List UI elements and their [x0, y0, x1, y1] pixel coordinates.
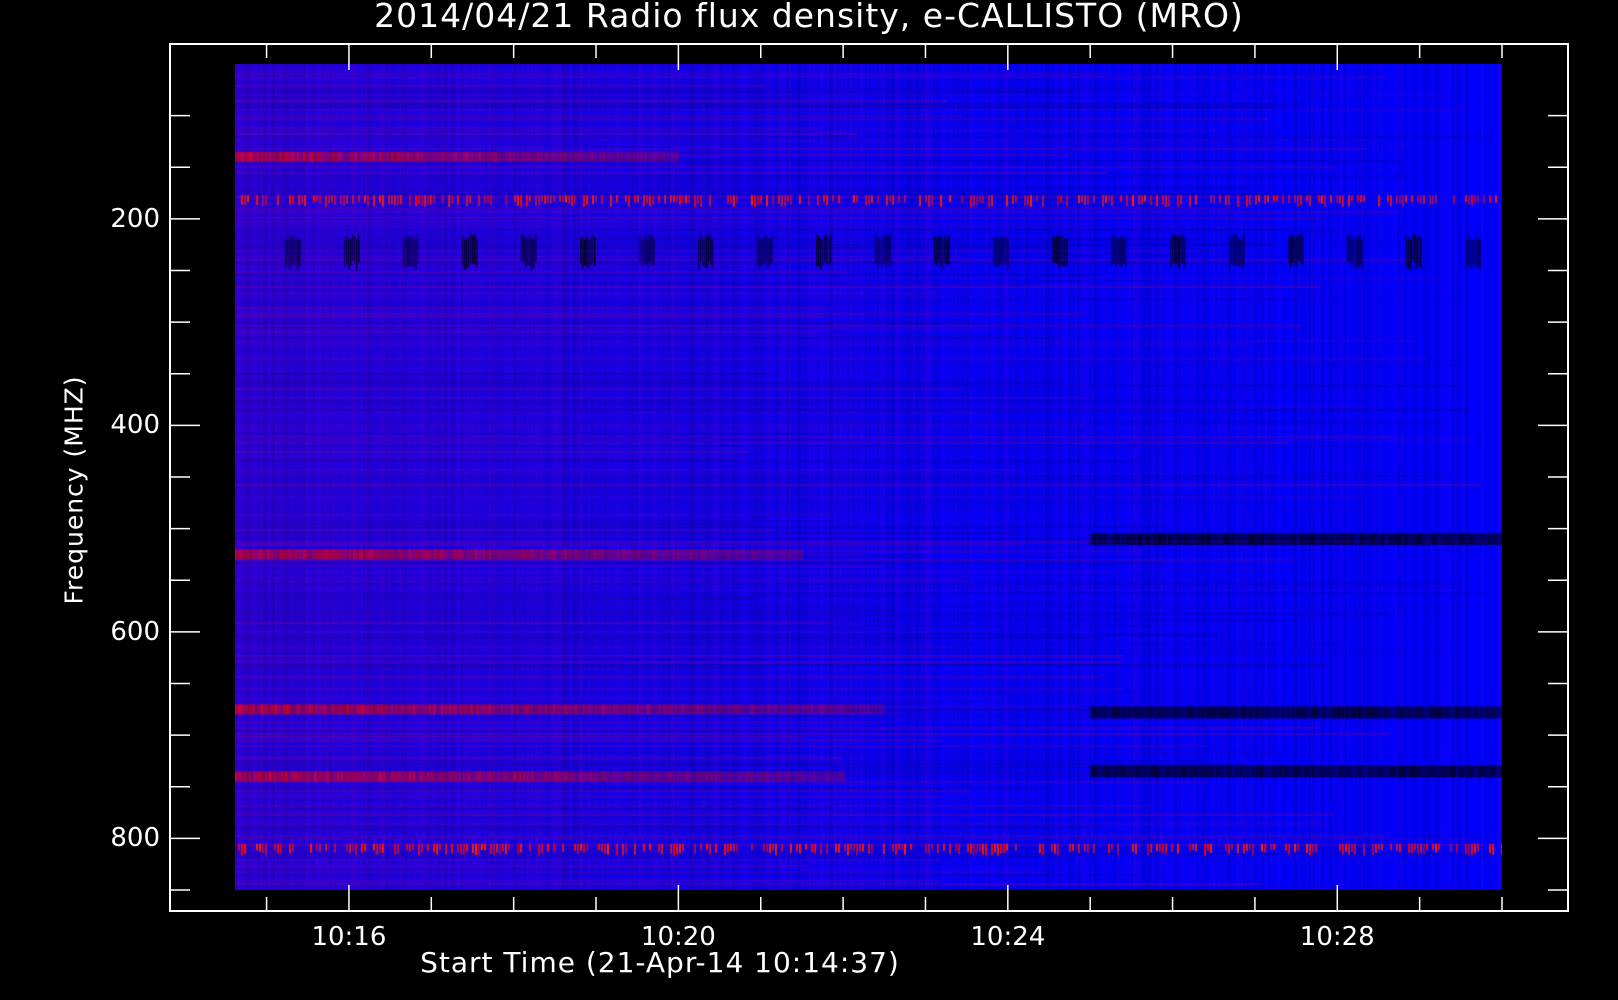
y-tick-label: 200 [110, 203, 160, 234]
x-tick-label: 10:24 [970, 922, 1046, 952]
x-tick-label: 10:16 [311, 922, 387, 952]
x-tick-label: 10:20 [640, 922, 716, 952]
chart-title: 2014/04/21 Radio flux density, e-CALLIST… [374, 0, 1244, 35]
heatmap-raster [235, 64, 1502, 890]
heatmap-image [235, 64, 1502, 890]
y-tick-label: 800 [110, 823, 160, 854]
y-tick-label: 400 [110, 410, 160, 441]
spectrogram-plot [0, 0, 1618, 1000]
y-tick-label: 600 [110, 616, 160, 647]
x-tick-label: 10:28 [1299, 922, 1375, 952]
